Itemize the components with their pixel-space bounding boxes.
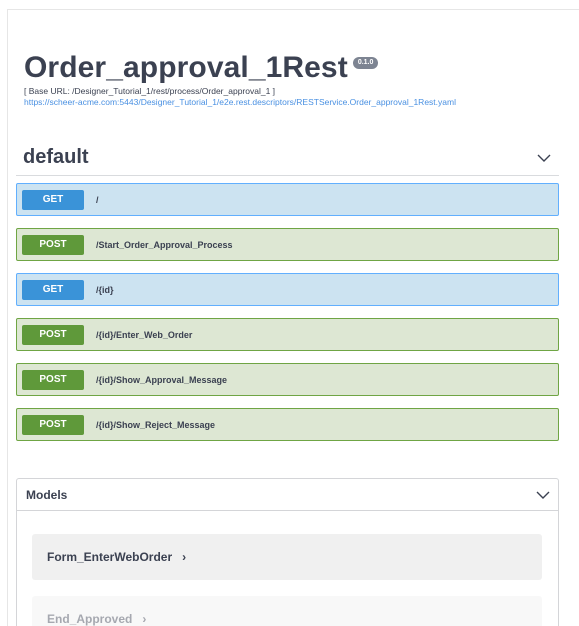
operation-path: /{id} — [96, 284, 114, 295]
operation-path: / — [96, 194, 99, 205]
chevron-down-icon[interactable] — [532, 484, 554, 506]
method-badge: GET — [22, 189, 84, 210]
operation-row[interactable]: POST /Start_Order_Approval_Process — [16, 228, 559, 261]
chevron-right-icon: › — [182, 550, 187, 564]
base-url: [ Base URL: /Designer_Tutorial_1/rest/pr… — [24, 86, 276, 96]
api-title: Order_approval_1Rest — [24, 51, 348, 84]
operation-row[interactable]: POST /{id}/Show_Approval_Message — [16, 363, 559, 396]
operations-list: GET / POST /Start_Order_Approval_Process… — [16, 183, 559, 453]
chevron-down-icon[interactable] — [533, 147, 555, 169]
operation-path: /Start_Order_Approval_Process — [96, 239, 233, 250]
api-info: Order_approval_1Rest 0.1.0 [ Base URL: /… — [24, 50, 456, 108]
models-section: Models Form_EnterWebOrder › End_Approved… — [16, 478, 559, 626]
tag-section-header[interactable]: default — [16, 140, 559, 176]
tag-name: default — [23, 146, 89, 168]
chevron-right-icon: › — [142, 612, 147, 626]
model-item[interactable]: Form_EnterWebOrder › — [32, 534, 542, 580]
operation-path: /{id}/Show_Reject_Message — [96, 419, 216, 430]
method-badge: GET — [22, 279, 84, 300]
spec-link[interactable]: https://scheer-acme.com:5443/Designer_Tu… — [24, 97, 456, 108]
version-badge: 0.1.0 — [352, 57, 379, 69]
operation-path: /{id}/Show_Approval_Message — [96, 374, 228, 385]
method-badge: POST — [22, 324, 84, 345]
model-item[interactable]: End_Approved › — [32, 596, 542, 626]
method-badge: POST — [22, 414, 84, 435]
method-badge: POST — [22, 369, 84, 390]
model-name: Form_EnterWebOrder — [47, 550, 173, 564]
operation-row[interactable]: POST /{id}/Enter_Web_Order — [16, 318, 559, 351]
operation-row[interactable]: GET /{id} — [16, 273, 559, 306]
operation-path: /{id}/Enter_Web_Order — [96, 329, 193, 340]
models-title: Models — [26, 487, 68, 502]
method-badge: POST — [22, 234, 84, 255]
operation-row[interactable]: POST /{id}/Show_Reject_Message — [16, 408, 559, 441]
model-name: End_Approved — [47, 612, 133, 626]
models-header[interactable]: Models — [17, 479, 558, 511]
operation-row[interactable]: GET / — [16, 183, 559, 216]
